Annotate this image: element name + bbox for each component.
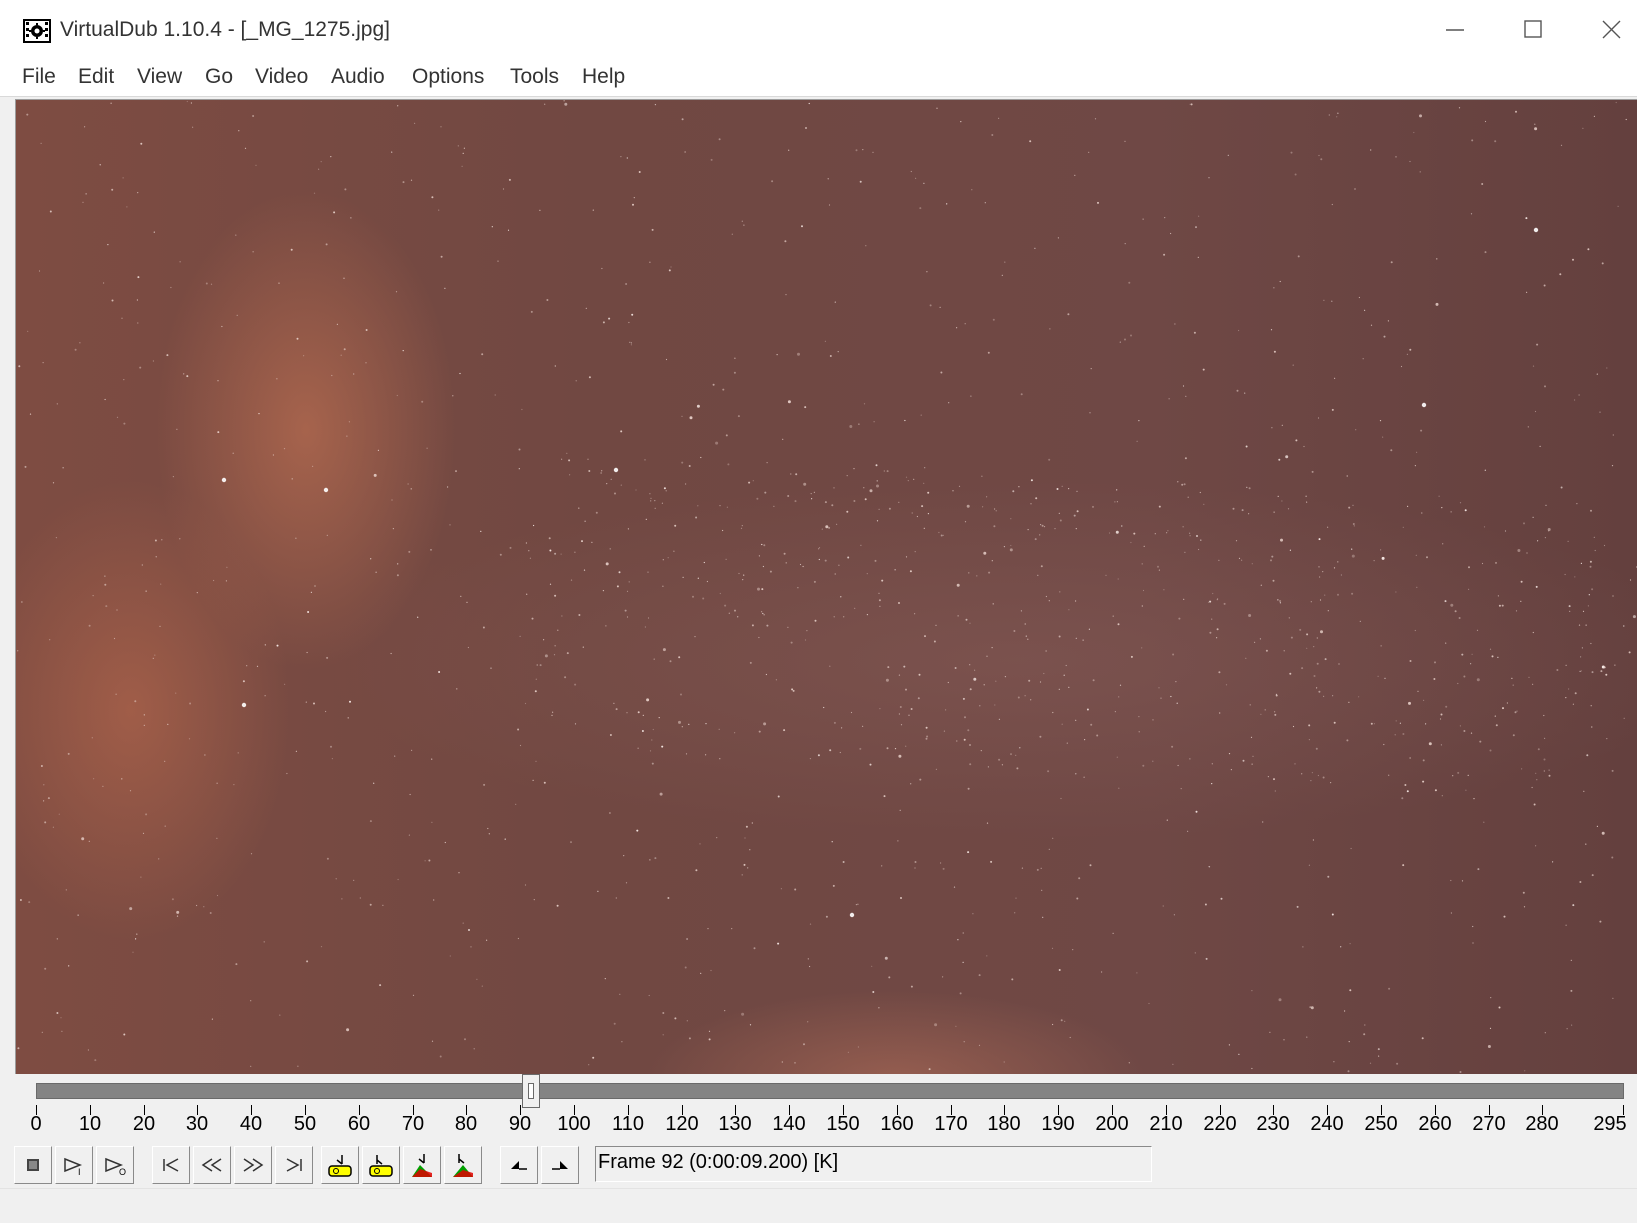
timeline-tick-label: 50	[293, 1113, 317, 1135]
prev-keyframe-button[interactable]	[321, 1146, 359, 1184]
mark-in-button[interactable]	[500, 1146, 538, 1184]
timeline-tick-label: 40	[239, 1113, 263, 1135]
timeline-tick-label: 100	[557, 1113, 591, 1135]
title-bar: VirtualDub 1.10.4 - [_MG_1275.jpg]	[0, 0, 1637, 60]
timeline-tick-label: 270	[1472, 1113, 1506, 1135]
timeline-tick-label: 210	[1149, 1113, 1183, 1135]
starfield-image	[17, 100, 1637, 1073]
timeline-track[interactable]	[36, 1083, 1624, 1099]
timeline-tick-label: 280	[1525, 1113, 1559, 1135]
timeline-tick-label: 90	[508, 1113, 532, 1135]
menu-help[interactable]: Help	[580, 62, 627, 92]
key-prev-icon	[328, 1155, 352, 1177]
timeline-tick-label: 80	[454, 1113, 478, 1135]
timeline-tick-label: 170	[934, 1113, 968, 1135]
go-end-button[interactable]	[275, 1146, 313, 1184]
timeline-tick-label: 250	[1364, 1113, 1398, 1135]
timeline-tick-label: 190	[1041, 1113, 1075, 1135]
scene-prev-icon	[412, 1154, 432, 1177]
timeline-tick-label: 240	[1310, 1113, 1344, 1135]
step-forward-icon	[243, 1158, 264, 1172]
mark-in-icon	[511, 1161, 527, 1170]
go-start-icon	[163, 1158, 179, 1172]
prev-frame-button[interactable]	[193, 1146, 231, 1184]
timeline-slider[interactable]: 0 10 20 30 40 50 60 70 80 90 100 110 120 130 140 150 160…	[30, 1074, 1627, 1135]
timeline-tick-label: 30	[185, 1113, 209, 1135]
video-frame-pane[interactable]	[15, 99, 1637, 1074]
timeline-tick-label: 20	[132, 1113, 156, 1135]
timeline-tick-label: 60	[347, 1113, 371, 1135]
timeline-thumb[interactable]	[522, 1074, 540, 1108]
step-back-icon	[201, 1158, 222, 1172]
status-bar	[0, 1188, 1637, 1223]
play-input-button[interactable]: I	[55, 1146, 93, 1184]
play-input-icon: I	[64, 1157, 83, 1177]
next-frame-button[interactable]	[234, 1146, 272, 1184]
next-scene-button[interactable]	[444, 1146, 482, 1184]
go-start-button[interactable]	[152, 1146, 190, 1184]
frame-info-text: Frame 92 (0:00:09.200) [K]	[598, 1151, 839, 1173]
scene-next-icon	[453, 1154, 473, 1177]
menu-bar: File Edit View Go Video Audio Options To…	[0, 60, 1637, 97]
play-output-icon: O	[105, 1157, 126, 1177]
virtualdub-film-gear-icon[interactable]	[22, 16, 52, 46]
timeline-tick-label: 120	[665, 1113, 699, 1135]
timeline-tick-label: 0	[30, 1113, 42, 1135]
menu-tools[interactable]: Tools	[508, 62, 561, 92]
timeline-tick-label: 230	[1256, 1113, 1290, 1135]
menu-options[interactable]: Options	[410, 62, 486, 92]
go-end-icon	[286, 1158, 302, 1172]
minimize-button[interactable]	[1417, 0, 1495, 60]
timeline-tick-label: 260	[1418, 1113, 1452, 1135]
svg-text:I: I	[78, 1167, 81, 1177]
mark-out-button[interactable]	[541, 1146, 579, 1184]
menu-go[interactable]: Go	[203, 62, 235, 92]
maximize-button[interactable]	[1495, 0, 1573, 60]
key-next-icon	[369, 1155, 393, 1177]
timeline-tick-label: 70	[401, 1113, 425, 1135]
menu-view[interactable]: View	[135, 62, 184, 92]
svg-text:O: O	[119, 1167, 126, 1177]
timeline-tick-label: 180	[987, 1113, 1021, 1135]
timeline-tick-label: 160	[880, 1113, 914, 1135]
timeline-tick-label: 140	[772, 1113, 806, 1135]
next-keyframe-button[interactable]	[362, 1146, 400, 1184]
menu-file[interactable]: File	[20, 62, 58, 92]
menu-audio[interactable]: Audio	[329, 62, 387, 92]
maximize-icon	[1524, 20, 1542, 38]
prev-scene-button[interactable]	[403, 1146, 441, 1184]
close-icon	[1602, 20, 1621, 39]
play-output-button[interactable]: O	[96, 1146, 134, 1184]
stop-icon	[27, 1159, 39, 1171]
frame-info-field: Frame 92 (0:00:09.200) [K]	[595, 1146, 1152, 1182]
stop-button[interactable]	[14, 1146, 52, 1184]
timeline-tick-label: 130	[718, 1113, 752, 1135]
mark-out-icon	[552, 1161, 568, 1170]
menu-video[interactable]: Video	[253, 62, 310, 92]
minimize-icon	[1446, 29, 1464, 31]
timeline-tick-label: 220	[1203, 1113, 1237, 1135]
window-title: VirtualDub 1.10.4 - [_MG_1275.jpg]	[60, 18, 390, 41]
menu-edit[interactable]: Edit	[76, 62, 116, 92]
close-button[interactable]	[1573, 0, 1637, 60]
timeline-tick-label: 110	[612, 1113, 644, 1135]
timeline-tick-label: 150	[826, 1113, 860, 1135]
timeline-tick-label: 10	[78, 1113, 102, 1135]
timeline-tick-label: 295	[1593, 1113, 1627, 1135]
timeline-tick-label: 200	[1095, 1113, 1129, 1135]
